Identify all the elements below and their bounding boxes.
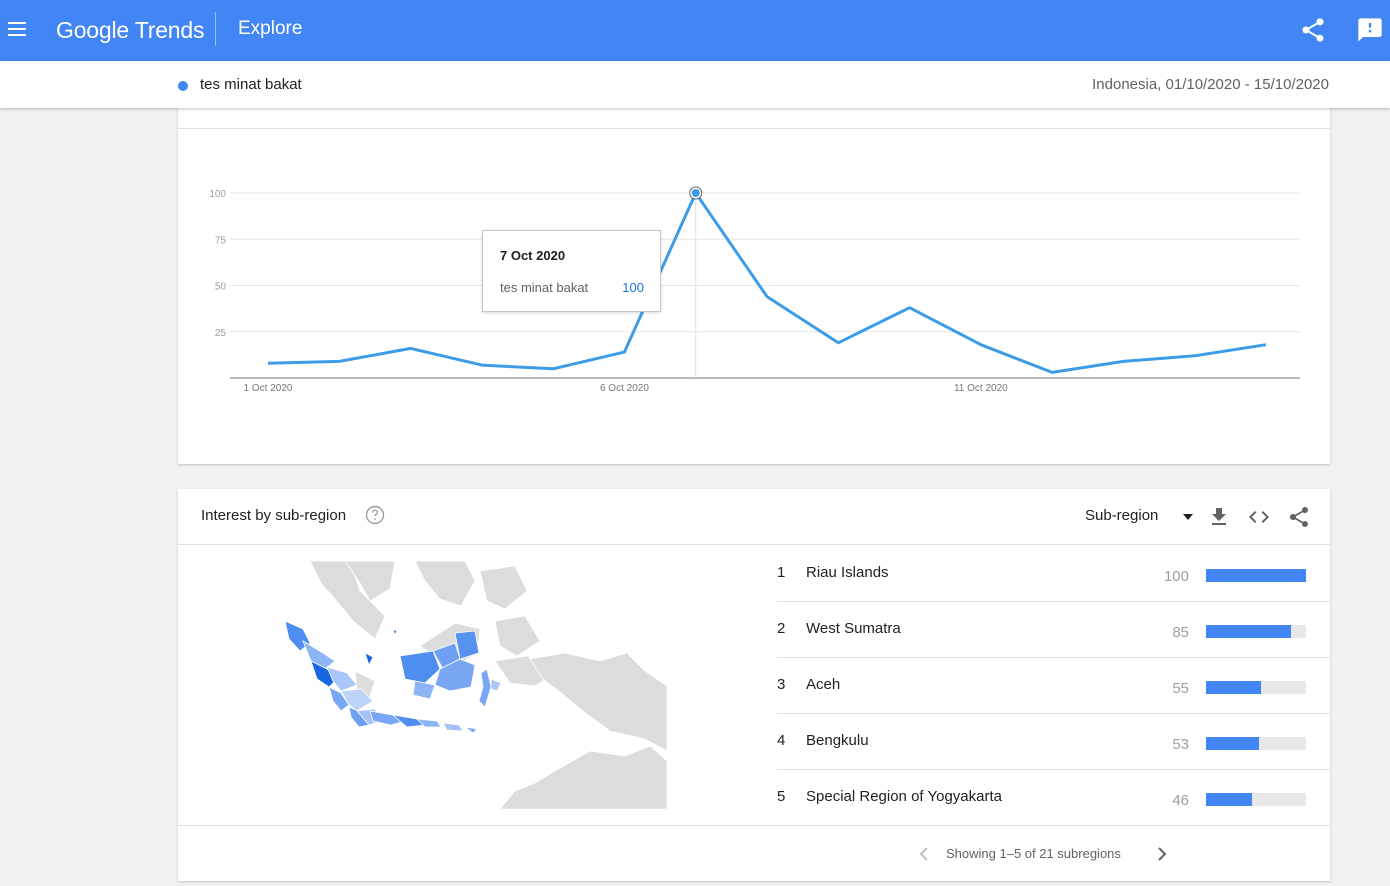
pagination-label: Showing 1–5 of 21 subregions	[946, 846, 1121, 861]
card-footer-divider	[178, 825, 1330, 826]
chart-tooltip: 7 Oct 2020 tes minat bakat 100	[482, 230, 661, 312]
interest-bar	[1206, 737, 1259, 750]
help-icon[interactable]	[365, 505, 385, 525]
data-point[interactable]	[906, 304, 914, 312]
resolution-select[interactable]: Sub-region	[1083, 505, 1203, 529]
share-icon[interactable]	[1287, 505, 1311, 529]
interest-value: 53	[1172, 736, 1189, 753]
logo-google: Google	[56, 17, 129, 43]
subregion-name[interactable]: Special Region of Yogyakarta	[806, 788, 1002, 805]
data-point[interactable]	[763, 293, 771, 301]
section-title: Interest by sub-region	[201, 507, 347, 524]
logo-trends: Trends	[134, 17, 205, 43]
subregion-name[interactable]: Aceh	[806, 676, 840, 693]
data-point[interactable]	[1048, 368, 1056, 376]
subregion-name[interactable]: Bengkulu	[806, 732, 869, 749]
interest-value: 100	[1163, 568, 1189, 585]
interest-over-time-card: 100 75 50 25 1 Oct 2020 6 Oct 2020 11 Oct 2020…	[178, 96, 1330, 464]
y-tick-label: 50	[215, 282, 227, 293]
ranking-row[interactable]: 2 West Sumatra 85	[777, 601, 1330, 658]
page-title: Explore	[238, 18, 303, 39]
interest-bar	[1206, 569, 1306, 582]
rank-number: 2	[777, 620, 786, 637]
interest-bar-track	[1206, 625, 1306, 638]
google-trends-logo[interactable]: Google Trends	[56, 17, 204, 44]
chevron-right-icon[interactable]	[1149, 843, 1173, 865]
ranking-row[interactable]: 5 Special Region of Yogyakarta 46	[777, 769, 1330, 825]
y-tick-label: 100	[209, 189, 226, 200]
feedback-icon[interactable]	[1356, 16, 1384, 44]
search-location-date: Indonesia, 01/10/2020 - 15/10/2020	[1092, 76, 1329, 93]
data-point[interactable]	[549, 365, 557, 373]
term-color-dot	[178, 81, 188, 91]
interest-bar-track	[1206, 793, 1306, 806]
interest-bar	[1206, 625, 1291, 638]
subregion-name[interactable]: West Sumatra	[806, 620, 901, 637]
rank-number: 5	[777, 788, 786, 805]
interest-value: 55	[1172, 680, 1189, 697]
pagination: Showing 1–5 of 21 subregions	[913, 841, 1173, 867]
tooltip-date: 7 Oct 2020	[500, 248, 566, 263]
rank-number: 1	[777, 564, 786, 581]
rank-number: 4	[777, 732, 786, 749]
interest-bar-track	[1206, 569, 1306, 582]
data-point[interactable]	[977, 341, 985, 349]
data-point[interactable]	[407, 344, 415, 352]
header-divider	[215, 12, 216, 46]
share-icon[interactable]	[1299, 16, 1327, 44]
data-point[interactable]	[1119, 357, 1127, 365]
ranking-row[interactable]: 1 Riau Islands 100	[777, 545, 1330, 602]
region-map[interactable]	[265, 561, 667, 809]
series-line[interactable]	[267, 191, 1267, 374]
interest-bar	[1206, 681, 1261, 694]
interest-bar-track	[1206, 681, 1306, 694]
tooltip-term: tes minat bakat	[500, 280, 589, 295]
interest-by-subregion-card: Interest by sub-region Sub-region 1 Riau…	[178, 489, 1330, 881]
search-term-bar: tes minat bakat Indonesia, 01/10/2020 - …	[0, 61, 1390, 108]
x-tick-label: 6 Oct 2020	[600, 383, 649, 394]
ranking-row[interactable]: 3 Aceh 55	[777, 657, 1330, 714]
x-tick-label: 11 Oct 2020	[954, 383, 1008, 394]
menu-icon[interactable]	[4, 14, 32, 46]
data-point[interactable]	[620, 348, 628, 356]
interest-bar-track	[1206, 737, 1306, 750]
chevron-down-icon	[1183, 514, 1193, 520]
data-point[interactable]	[335, 357, 343, 365]
ranking-row[interactable]: 4 Bengkulu 53	[777, 713, 1330, 770]
data-point[interactable]	[1191, 352, 1199, 360]
app-bar: Google Trends Explore	[0, 0, 1390, 61]
y-tick-label: 75	[215, 235, 227, 246]
x-tick-label: 1 Oct 2020	[244, 383, 293, 394]
y-tick-label: 25	[215, 328, 227, 339]
download-icon[interactable]	[1207, 505, 1231, 529]
highlighted-point[interactable]	[691, 189, 700, 197]
interest-value: 85	[1172, 624, 1189, 641]
data-point[interactable]	[834, 339, 842, 347]
interest-bar	[1206, 793, 1252, 806]
data-point[interactable]	[478, 361, 486, 369]
resolution-select-label: Sub-region	[1085, 507, 1159, 524]
line-chart[interactable]: 100 75 50 25 1 Oct 2020 6 Oct 2020 11 Oct 2020	[178, 96, 1330, 464]
map-regions	[284, 620, 502, 734]
chevron-left-icon[interactable]	[913, 843, 937, 865]
embed-icon[interactable]	[1247, 505, 1271, 529]
search-term[interactable]: tes minat bakat	[200, 76, 302, 93]
rank-number: 3	[777, 676, 786, 693]
subregion-name[interactable]: Riau Islands	[806, 564, 889, 581]
data-point[interactable]	[1262, 341, 1270, 349]
tooltip-value: 100	[622, 280, 644, 295]
data-point[interactable]	[264, 359, 272, 367]
interest-value: 46	[1172, 792, 1189, 809]
